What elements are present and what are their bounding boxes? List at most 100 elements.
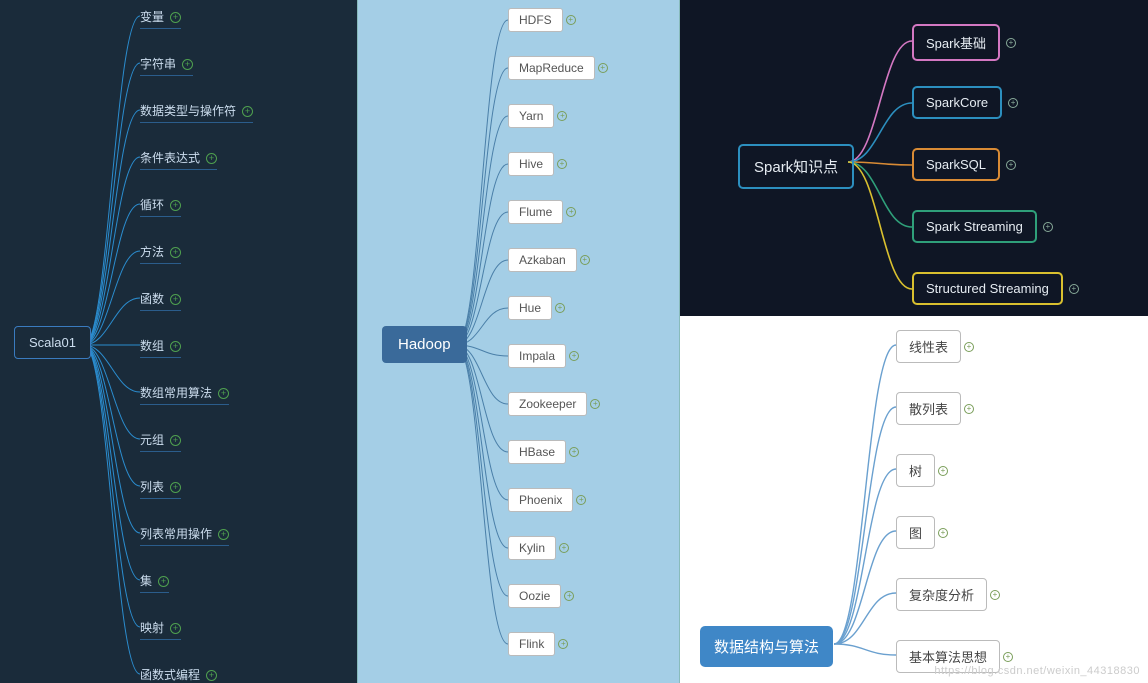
- scala-child-node[interactable]: 函数式编程 +: [140, 666, 217, 683]
- spark-child-node[interactable]: SparkSQL+: [912, 148, 1000, 181]
- node-label: 树: [909, 464, 922, 479]
- node-label: Hive: [519, 157, 543, 171]
- hadoop-child-node[interactable]: Kylin+: [508, 536, 556, 560]
- expand-icon[interactable]: +: [1006, 38, 1016, 48]
- expand-icon[interactable]: +: [182, 59, 193, 70]
- scala-child-node[interactable]: 列表常用操作+: [140, 525, 229, 542]
- hadoop-child-node[interactable]: Impala+: [508, 344, 566, 368]
- expand-icon[interactable]: +: [566, 15, 576, 25]
- expand-icon[interactable]: +: [170, 435, 181, 446]
- scala-child-node[interactable]: 集+: [140, 572, 169, 589]
- expand-icon[interactable]: +: [1069, 284, 1079, 294]
- scala-child-node[interactable]: 条件表达式+: [140, 149, 217, 166]
- ds-child-node[interactable]: 图+: [896, 516, 935, 549]
- scala-child-node[interactable]: 函数+: [140, 290, 181, 307]
- node-label: 数组常用算法: [140, 386, 212, 400]
- expand-icon[interactable]: +: [555, 303, 565, 313]
- hadoop-child-node[interactable]: MapReduce+: [508, 56, 595, 80]
- spark-root-node[interactable]: Spark知识点: [738, 144, 854, 189]
- mindmap-scala: Scala01 变量+字符串+数据类型与操作符+条件表达式+循环+方法+函数+数…: [0, 0, 357, 683]
- scala-child-node[interactable]: 方法 +: [140, 243, 181, 260]
- expand-icon[interactable]: +: [580, 255, 590, 265]
- expand-icon[interactable]: +: [964, 404, 974, 414]
- node-label: Structured Streaming: [926, 281, 1049, 296]
- expand-icon[interactable]: +: [559, 543, 569, 553]
- expand-icon[interactable]: +: [170, 623, 181, 634]
- scala-child-node[interactable]: 字符串+: [140, 55, 193, 72]
- spark-child-node[interactable]: SparkCore+: [912, 86, 1002, 119]
- expand-icon[interactable]: +: [964, 342, 974, 352]
- expand-icon[interactable]: +: [598, 63, 608, 73]
- node-label: Spark基础: [926, 36, 986, 51]
- hadoop-root-node[interactable]: Hadoop: [382, 326, 467, 363]
- expand-icon[interactable]: +: [938, 466, 948, 476]
- expand-icon[interactable]: +: [170, 12, 181, 23]
- node-label: 数组: [140, 339, 164, 353]
- ds-child-node[interactable]: 散列表+: [896, 392, 961, 425]
- hadoop-child-node[interactable]: Flume+: [508, 200, 563, 224]
- scala-root-node[interactable]: Scala01: [14, 326, 91, 359]
- expand-icon[interactable]: +: [569, 447, 579, 457]
- ds-root-node[interactable]: 数据结构与算法: [700, 626, 833, 667]
- hadoop-child-node[interactable]: Flink+: [508, 632, 555, 656]
- expand-icon[interactable]: +: [158, 576, 169, 587]
- node-label: SparkCore: [926, 95, 988, 110]
- scala-child-node[interactable]: 数组 +: [140, 337, 181, 354]
- scala-child-node[interactable]: 数组常用算法 +: [140, 384, 229, 401]
- hadoop-child-node[interactable]: HDFS+: [508, 8, 563, 32]
- expand-icon[interactable]: +: [569, 351, 579, 361]
- hadoop-child-node[interactable]: Hive+: [508, 152, 554, 176]
- scala-child-node[interactable]: 循环 +: [140, 196, 181, 213]
- expand-icon[interactable]: +: [564, 591, 574, 601]
- hadoop-child-node[interactable]: Oozie+: [508, 584, 561, 608]
- hadoop-child-node[interactable]: Phoenix+: [508, 488, 573, 512]
- scala-child-node[interactable]: 数据类型与操作符 +: [140, 102, 253, 119]
- expand-icon[interactable]: +: [1006, 160, 1016, 170]
- node-label: Kylin: [519, 541, 545, 555]
- hadoop-child-node[interactable]: Yarn+: [508, 104, 554, 128]
- ds-child-node[interactable]: 线性表+: [896, 330, 961, 363]
- expand-icon[interactable]: +: [170, 482, 181, 493]
- expand-icon[interactable]: +: [557, 159, 567, 169]
- node-label: Flink: [519, 637, 544, 651]
- node-label: MapReduce: [519, 61, 584, 75]
- expand-icon[interactable]: +: [1003, 652, 1013, 662]
- node-label: 方法: [140, 245, 164, 259]
- expand-icon[interactable]: +: [170, 200, 181, 211]
- expand-icon[interactable]: +: [1043, 222, 1053, 232]
- expand-icon[interactable]: +: [990, 590, 1000, 600]
- expand-icon[interactable]: +: [566, 207, 576, 217]
- scala-child-node[interactable]: 映射+: [140, 619, 181, 636]
- spark-child-node[interactable]: Spark基础+: [912, 24, 1000, 61]
- node-label: 循环: [140, 198, 164, 212]
- expand-icon[interactable]: +: [590, 399, 600, 409]
- node-label: 函数式编程: [140, 668, 200, 682]
- expand-icon[interactable]: +: [206, 670, 217, 681]
- expand-icon[interactable]: +: [557, 111, 567, 121]
- expand-icon[interactable]: +: [576, 495, 586, 505]
- expand-icon[interactable]: +: [170, 294, 181, 305]
- node-label: 数据类型与操作符: [140, 104, 236, 118]
- hadoop-child-node[interactable]: Zookeeper+: [508, 392, 587, 416]
- node-label: 散列表: [909, 402, 948, 417]
- node-label: 基本算法思想: [909, 650, 987, 665]
- expand-icon[interactable]: +: [938, 528, 948, 538]
- expand-icon[interactable]: +: [242, 106, 253, 117]
- scala-child-node[interactable]: 元组+: [140, 431, 181, 448]
- hadoop-child-node[interactable]: Hue+: [508, 296, 552, 320]
- ds-child-node[interactable]: 树+: [896, 454, 935, 487]
- expand-icon[interactable]: +: [170, 247, 181, 258]
- expand-icon[interactable]: +: [206, 153, 217, 164]
- scala-child-node[interactable]: 变量+: [140, 8, 181, 25]
- spark-child-node[interactable]: Structured Streaming+: [912, 272, 1063, 305]
- expand-icon[interactable]: +: [218, 388, 229, 399]
- hadoop-child-node[interactable]: Azkaban+: [508, 248, 577, 272]
- expand-icon[interactable]: +: [1008, 98, 1018, 108]
- spark-child-node[interactable]: Spark Streaming+: [912, 210, 1037, 243]
- hadoop-child-node[interactable]: HBase+: [508, 440, 566, 464]
- expand-icon[interactable]: +: [558, 639, 568, 649]
- ds-child-node[interactable]: 复杂度分析+: [896, 578, 987, 611]
- expand-icon[interactable]: +: [218, 529, 229, 540]
- expand-icon[interactable]: +: [170, 341, 181, 352]
- scala-child-node[interactable]: 列表+: [140, 478, 181, 495]
